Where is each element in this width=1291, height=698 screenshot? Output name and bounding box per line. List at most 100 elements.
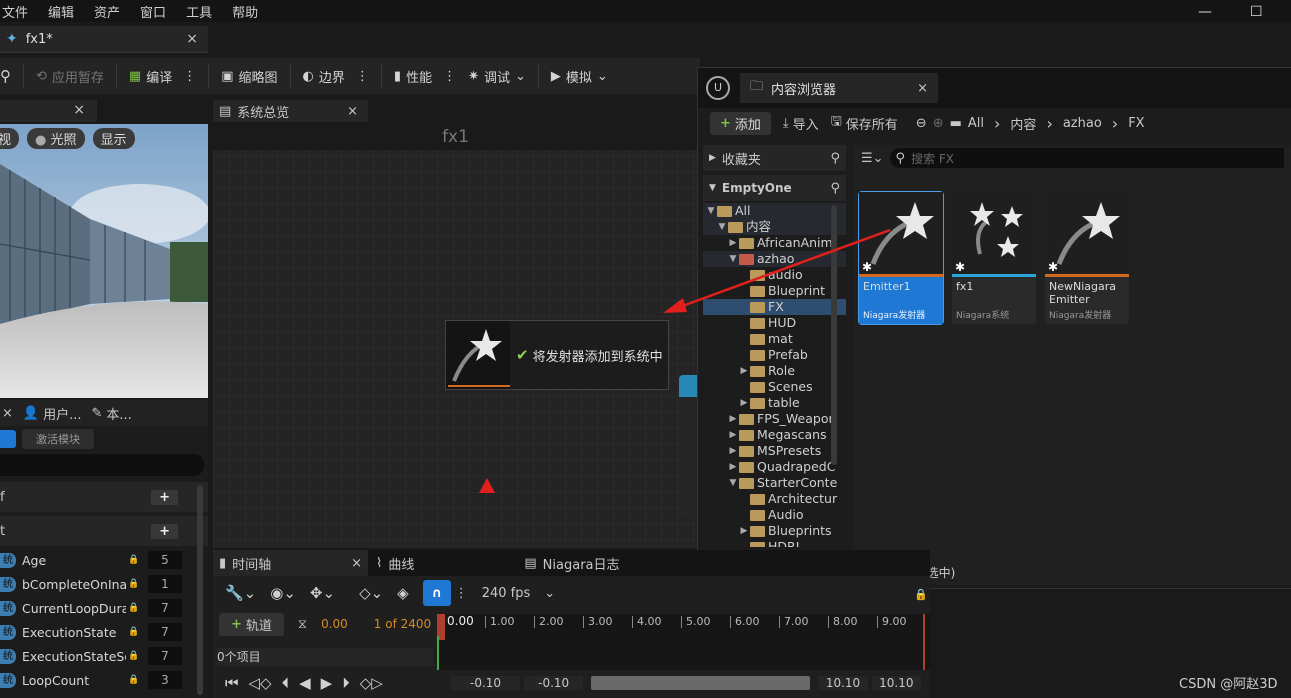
add-button[interactable]: + 添加 [710,111,771,135]
menu-item[interactable]: 工具 [186,2,212,21]
parameter-row[interactable]: 统 bCompleteOnInact🔒1 [0,572,208,596]
search-icon[interactable]: ⚲ [830,181,840,196]
transform-icon[interactable]: ✥⌄ [310,584,335,602]
tab-curves[interactable]: ⌇ 曲线 [376,554,414,573]
lock-icon[interactable]: 🔒 [128,675,148,685]
tab-niagara-log[interactable]: ▤ Niagara日志 [524,554,619,573]
folder-tree-item[interactable]: Audio [703,507,846,523]
lock-icon[interactable]: 🔒 [128,651,148,661]
simulate-button[interactable]: ▶ 模拟 ⌄ [545,61,614,91]
minimize-button[interactable]: — [1198,4,1212,20]
tab-timeline-close[interactable]: × [351,556,362,571]
current-time-value[interactable]: 0.00 [321,617,348,631]
parameter-value[interactable]: 3 [148,671,182,689]
performance-button[interactable]: ▮ 性能 ⋮ [388,61,462,91]
range-start-a[interactable]: -0.10 [451,676,521,690]
more-options-icon[interactable]: ⋮ [443,69,456,84]
lock-icon[interactable]: 🔒 [128,603,148,613]
menu-item[interactable]: 编辑 [48,2,74,21]
content-browser-tab[interactable]: 🗀 内容浏览器 × [740,73,938,103]
folder-tree-item[interactable]: HDRI [703,539,846,547]
search-icon[interactable]: ⚲ [830,151,840,166]
breadcrumb-item[interactable]: All [968,116,984,131]
favorites-header[interactable]: ▶ 收藏夹 ⚲ [703,145,846,171]
add-emitter-drop-node[interactable]: ✔ 将发射器添加到系统中 [445,320,669,390]
section-header-1[interactable]: f + [0,482,208,512]
more-options-icon[interactable]: ⋮ [356,69,369,84]
folder-tree-item[interactable]: ▶ Role [703,363,846,379]
parameter-value[interactable]: 5 [148,551,182,569]
range-scrollbar[interactable] [591,676,811,690]
folder-tree-item[interactable]: Architectur [703,491,846,507]
lock-icon[interactable]: 🔒 [128,555,148,565]
bounds-button[interactable]: ◐ 边界 ⋮ [297,61,375,91]
tab-timeline[interactable]: ▮ 时间轴 × [213,550,368,576]
lock-icon[interactable]: 🔒 [128,579,148,589]
folder-tree-item[interactable]: ▶ MSPresets [703,443,846,459]
step-forward-key-icon[interactable]: ◇▷ [360,674,383,692]
compile-button[interactable]: ▦ 编译 ⋮ [123,61,202,91]
more-options-icon[interactable]: ⋮ [183,69,196,84]
folder-tree-item[interactable]: ▼ All [703,203,846,219]
back-arrow-icon[interactable]: ⊖ [916,116,927,131]
folder-tree-item[interactable]: ▶ Blueprints [703,523,846,539]
range-end-b[interactable]: 10.10 [871,676,922,690]
section-header-2[interactable]: t + [0,516,208,546]
step-forward-icon[interactable]: ⏵ [342,674,350,692]
tree-caret-icon[interactable]: ▶ [738,523,750,539]
filter-icon[interactable]: ⧖ [298,617,307,632]
parameter-row[interactable]: 统 Age 🔒 5 [0,548,208,572]
snap-keys-icon[interactable]: ◈ [397,584,409,602]
parameters-scrollbar[interactable] [197,485,203,695]
breadcrumb-item[interactable]: azhao [1063,116,1102,131]
parameter-row[interactable]: 统 LoopCount 🔒 3 [0,668,208,692]
folder-tree-item[interactable]: ▶ table [703,395,846,411]
tree-caret-icon[interactable]: ▶ [727,443,739,459]
timeline-ruler-area[interactable]: 1.00 2.00 3.00 4.00 5.00 6.00 7.00 8.00 9.00 0.0… [437,614,930,670]
breadcrumb-item[interactable]: FX [1128,116,1144,131]
folder-tree-item[interactable]: ▼ StarterConte [703,475,846,491]
filter-toggle-active[interactable] [0,430,16,448]
folder-tree-item[interactable]: ▶ QuadrapedC [703,459,846,475]
folder-tree-item[interactable]: Prefab [703,347,846,363]
menu-item[interactable]: 资产 [94,2,120,21]
lit-button[interactable]: ● 光照 [27,128,85,149]
breadcrumb-item[interactable]: 内容 [1010,114,1036,133]
tree-caret-icon[interactable]: ▶ [738,363,750,379]
parameter-row[interactable]: 统 ExecutionStateSou🔒7 [0,644,208,668]
play-icon[interactable]: ▶ [321,674,333,692]
add-track-button[interactable]: + 轨道 [219,612,284,636]
parameter-value[interactable]: 1 [148,575,182,593]
asset-search-input[interactable]: ⚲ 搜索 FX [889,148,1284,168]
folder-tree-item[interactable]: Scenes [703,379,846,395]
menu-item[interactable]: 帮助 [232,2,258,21]
magnet-snap-button[interactable]: ∩ [422,580,451,606]
folder-tree-item[interactable]: ▶ FPS_Weapor [703,411,846,427]
skip-start-icon[interactable]: ⏮ [225,674,239,692]
folder-tree-item[interactable]: mat [703,331,846,347]
key-diamond-icon[interactable]: ◇⌄ [359,584,383,602]
system-overview-tab-close[interactable]: × [347,104,358,119]
add-parameter-button[interactable]: + [151,523,178,539]
tree-caret-icon[interactable]: ▶ [727,459,739,475]
reverse-play-icon[interactable]: ◀ [299,674,311,692]
filter-icon[interactable]: ☰⌄ [861,151,884,166]
tree-caret-icon[interactable]: ▶ [727,427,739,443]
save-all-button[interactable]: 🖫 保存所有 [831,112,898,134]
show-button[interactable]: 显示 [92,128,135,149]
forward-arrow-icon[interactable]: ⊕ [933,116,944,131]
asset-tile[interactable]: ✱ NewNiagara Emitter Niagara发射器 [1045,192,1129,324]
project-header[interactable]: ▼ EmptyOne ⚲ [703,175,846,201]
activate-module-button[interactable]: 激活模块 [22,429,94,449]
tree-caret-icon[interactable]: ▼ [705,203,717,219]
tree-caret-icon[interactable]: ▼ [727,475,739,491]
tree-caret-icon[interactable]: ▶ [727,411,739,427]
lock-icon[interactable]: 🔒 [128,627,148,637]
asset-tile[interactable]: ✱ fx1 Niagara系统 [952,192,1036,324]
system-overview-tab[interactable]: ▤ 系统总览 × [213,100,368,122]
menu-item[interactable]: 文件 [2,2,28,21]
range-start-b[interactable]: -0.10 [524,676,584,690]
document-tab[interactable]: ✦ fx1* × [0,26,208,53]
import-button[interactable]: ⤓ 导入 [783,114,819,133]
debug-button[interactable]: ✷ 调试 ⌄ [462,61,532,91]
